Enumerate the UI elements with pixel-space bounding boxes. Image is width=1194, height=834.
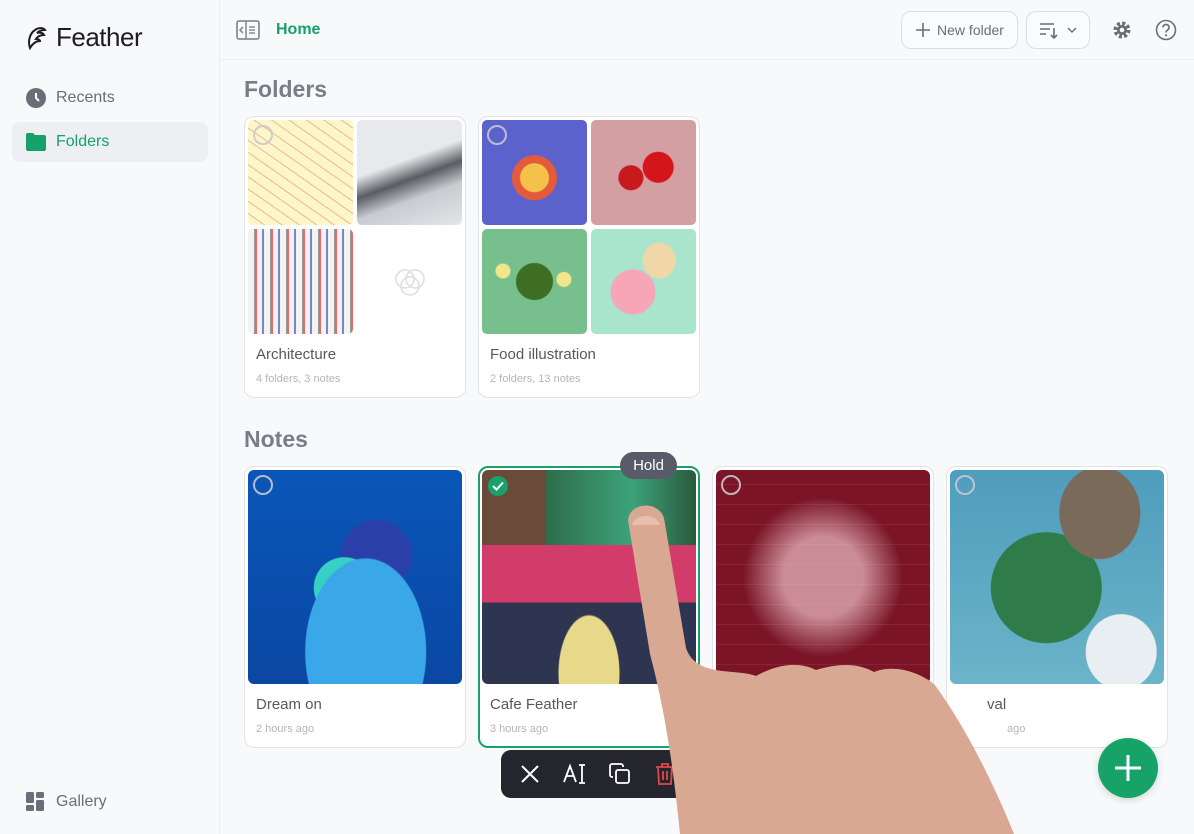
note-thumbnail [950,470,1164,684]
note-card[interactable]: val ago [946,466,1168,748]
hold-tooltip: Hold [620,452,677,479]
folder-name: Architecture [256,346,337,363]
note-card[interactable]: et [712,466,934,748]
folder-thumbnail [591,229,696,334]
folder-thumbnail [357,120,462,225]
gear-icon[interactable] [1112,20,1132,40]
note-thumbnail [716,470,930,684]
app-logo: Feather [26,22,143,53]
sort-icon [1040,23,1058,39]
clock-icon [26,88,46,108]
trash-icon [655,763,674,785]
note-title: Dream on [256,696,322,713]
note-meta: 3 hours ago [490,723,549,735]
help-icon[interactable] [1155,19,1177,41]
notes-heading: Notes [244,426,308,452]
note-thumbnail [482,470,696,684]
note-title: val [987,696,1007,713]
folder-card-architecture[interactable]: Architecture 4 folders, 3 notes [244,116,466,398]
folder-thumbnail-empty [357,229,462,334]
sidebar-item-label: Recents [56,89,115,106]
delete-button[interactable] [647,756,683,792]
folder-name: Food illustration [490,346,596,363]
select-radio[interactable] [487,125,507,145]
select-radio[interactable] [253,475,273,495]
sidebar-item-gallery[interactable]: Gallery [12,782,208,822]
note-card-selected[interactable]: Cafe Feather 3 hours ago [478,466,700,748]
plus-icon [1115,755,1141,781]
folder-meta: 2 folders, 13 notes [490,373,581,385]
folder-icon [26,133,46,151]
rename-icon [562,763,585,784]
folders-heading: Folders [244,76,328,102]
new-folder-label: New folder [937,22,1004,38]
note-meta: 2 hours ago [256,723,315,735]
sidebar: Feather Recents Folders Gallery [0,0,220,834]
plus-icon [916,23,931,37]
rename-button[interactable] [557,756,593,792]
sidebar-item-folders[interactable]: Folders [12,122,208,162]
sort-button[interactable] [1026,11,1090,49]
sidebar-toggle-icon[interactable] [236,20,260,40]
sidebar-item-label: Gallery [56,793,107,810]
select-radio[interactable] [253,125,273,145]
sidebar-item-recents[interactable]: Recents [12,78,208,118]
selection-toolbar [501,750,693,798]
close-selection-button[interactable] [512,756,548,792]
placeholder-icon [394,268,425,296]
new-folder-button[interactable]: New folder [901,11,1018,49]
gallery-icon [26,792,44,811]
folder-card-food-illustration[interactable]: Food illustration 2 folders, 13 notes [478,116,700,398]
app-name: Feather [56,22,143,52]
folder-meta: 4 folders, 3 notes [256,373,341,385]
note-title: et [724,696,737,713]
select-radio[interactable] [721,475,741,495]
sidebar-item-label: Folders [56,133,110,150]
note-meta: ago [1007,723,1026,735]
breadcrumb-home[interactable]: Home [276,21,320,39]
close-icon [520,765,539,783]
feather-logo-icon [28,26,47,50]
selected-check-icon[interactable] [488,476,508,496]
folder-thumbnail [482,229,587,334]
folder-thumbnail [248,229,353,334]
add-fab-button[interactable] [1098,738,1158,798]
folder-thumbnail [591,120,696,225]
note-card[interactable]: Dream on 2 hours ago [244,466,466,748]
note-title: Cafe Feather [490,696,578,713]
note-thumbnail [248,470,462,684]
duplicate-icon [608,763,630,784]
select-radio[interactable] [955,475,975,495]
header: Home New folder [220,0,1194,60]
duplicate-button[interactable] [602,756,638,792]
chevron-down-icon [1067,27,1077,33]
